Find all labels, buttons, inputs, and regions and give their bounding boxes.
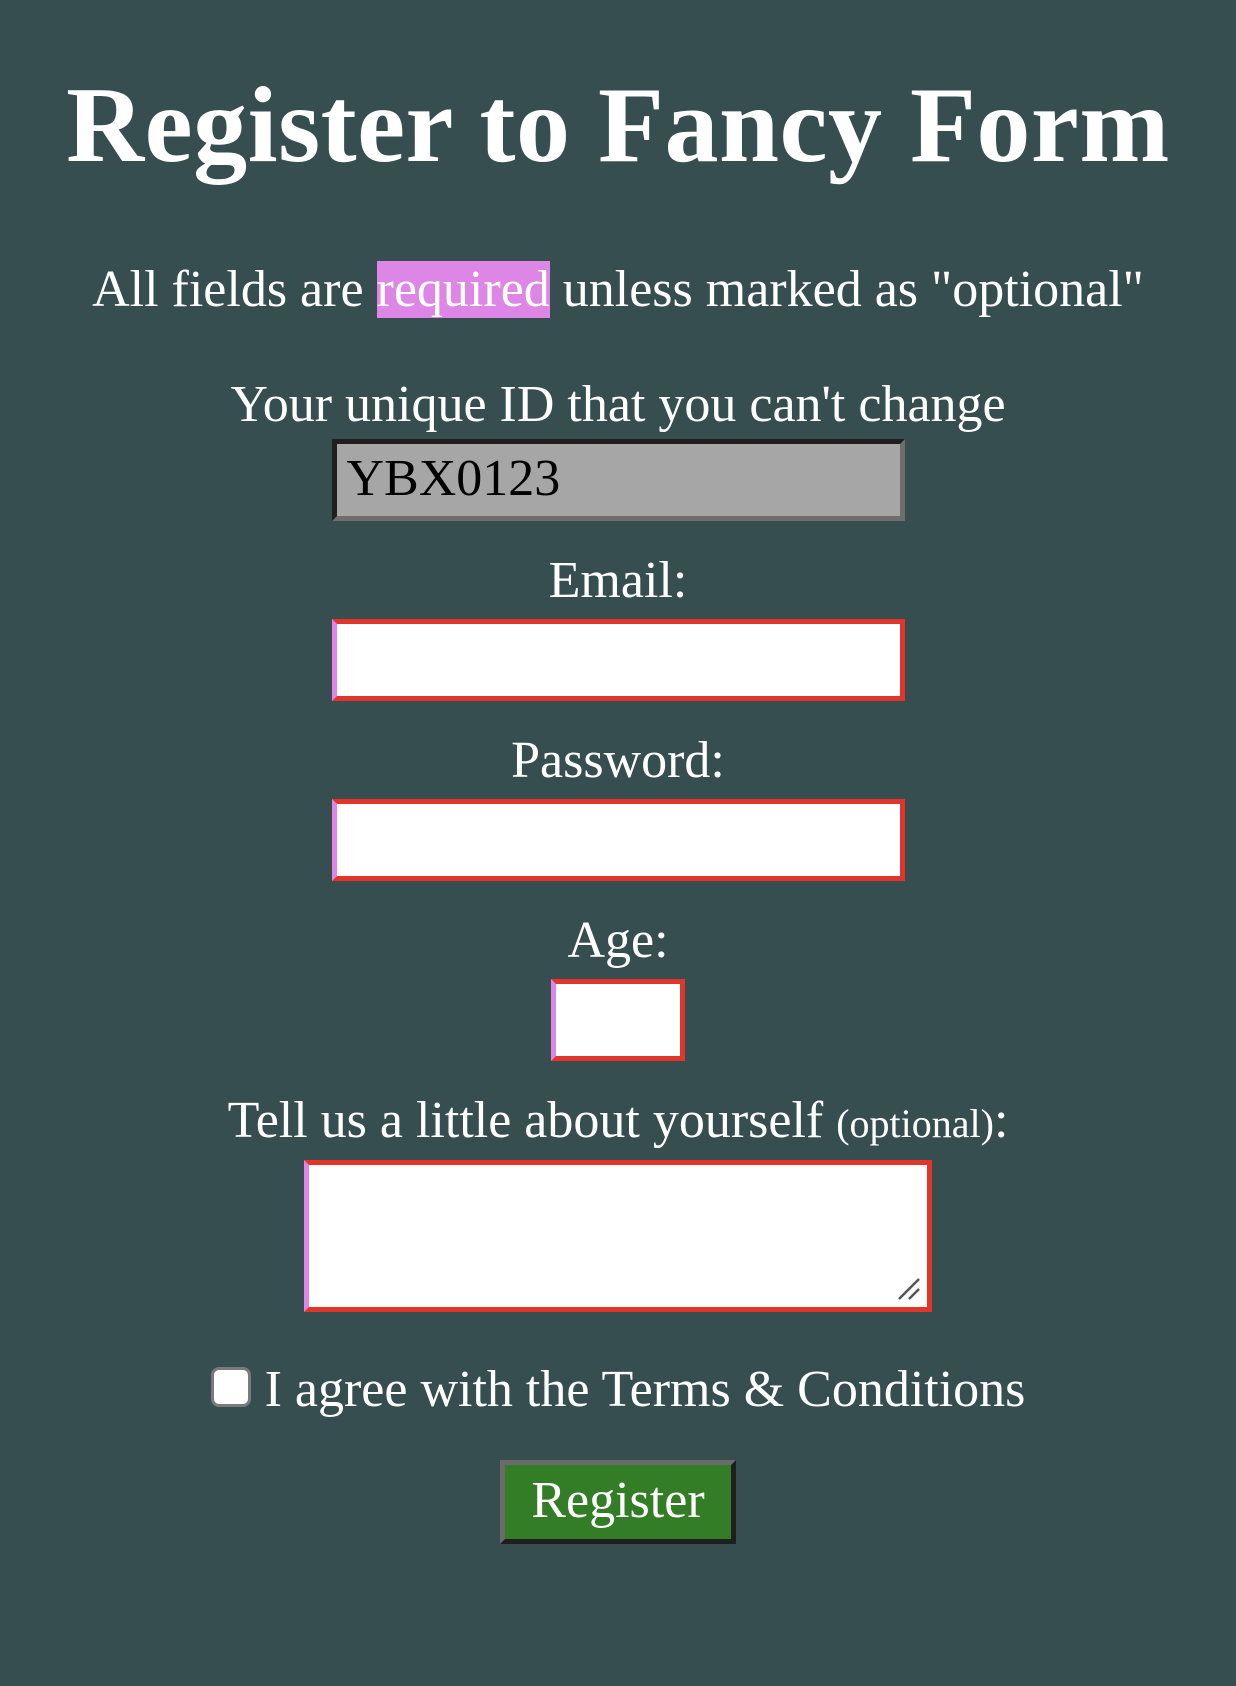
terms-row: I agree with the Terms & Conditions: [0, 1360, 1236, 1420]
register-form: Register to Fancy Form All fields are re…: [0, 0, 1236, 1544]
id-label: Your unique ID that you can't change: [230, 376, 1006, 433]
terms-label: I agree with the Terms & Conditions: [264, 1361, 1026, 1418]
id-input: YBX0123: [331, 439, 905, 521]
required-highlight: required: [376, 261, 550, 318]
password-label: Password:: [511, 732, 725, 789]
password-field-group: Password:: [0, 731, 1236, 881]
about-label: Tell us a little about yourself (optiona…: [0, 1091, 1236, 1154]
optional-marker: (optional): [836, 1101, 994, 1146]
about-label-text: Tell us a little about yourself: [227, 1092, 837, 1149]
email-field[interactable]: [331, 619, 905, 701]
id-field-group: Your unique ID that you can't change YBX…: [0, 375, 1236, 521]
register-button[interactable]: Register: [500, 1460, 736, 1544]
email-field-group: Email:: [0, 551, 1236, 701]
submit-row: Register: [0, 1420, 1236, 1544]
age-field[interactable]: [551, 979, 685, 1061]
about-label-colon: :: [993, 1092, 1009, 1149]
page-title: Register to Fancy Form: [66, 66, 1170, 185]
about-field-group: Tell us a little about yourself (optiona…: [0, 1091, 1236, 1312]
email-label: Email:: [548, 552, 688, 609]
required-notice-end: unless marked as "optional": [549, 261, 1144, 318]
terms-checkbox[interactable]: [210, 1367, 251, 1407]
required-notice: All fields are required unless marked as…: [0, 260, 1236, 320]
about-textarea[interactable]: [304, 1160, 932, 1312]
resize-grip-icon[interactable]: [895, 1275, 921, 1301]
age-field-group: Age:: [0, 911, 1236, 1061]
password-field[interactable]: [331, 799, 905, 881]
age-label: Age:: [567, 912, 669, 969]
required-notice-start: All fields are: [92, 261, 377, 318]
